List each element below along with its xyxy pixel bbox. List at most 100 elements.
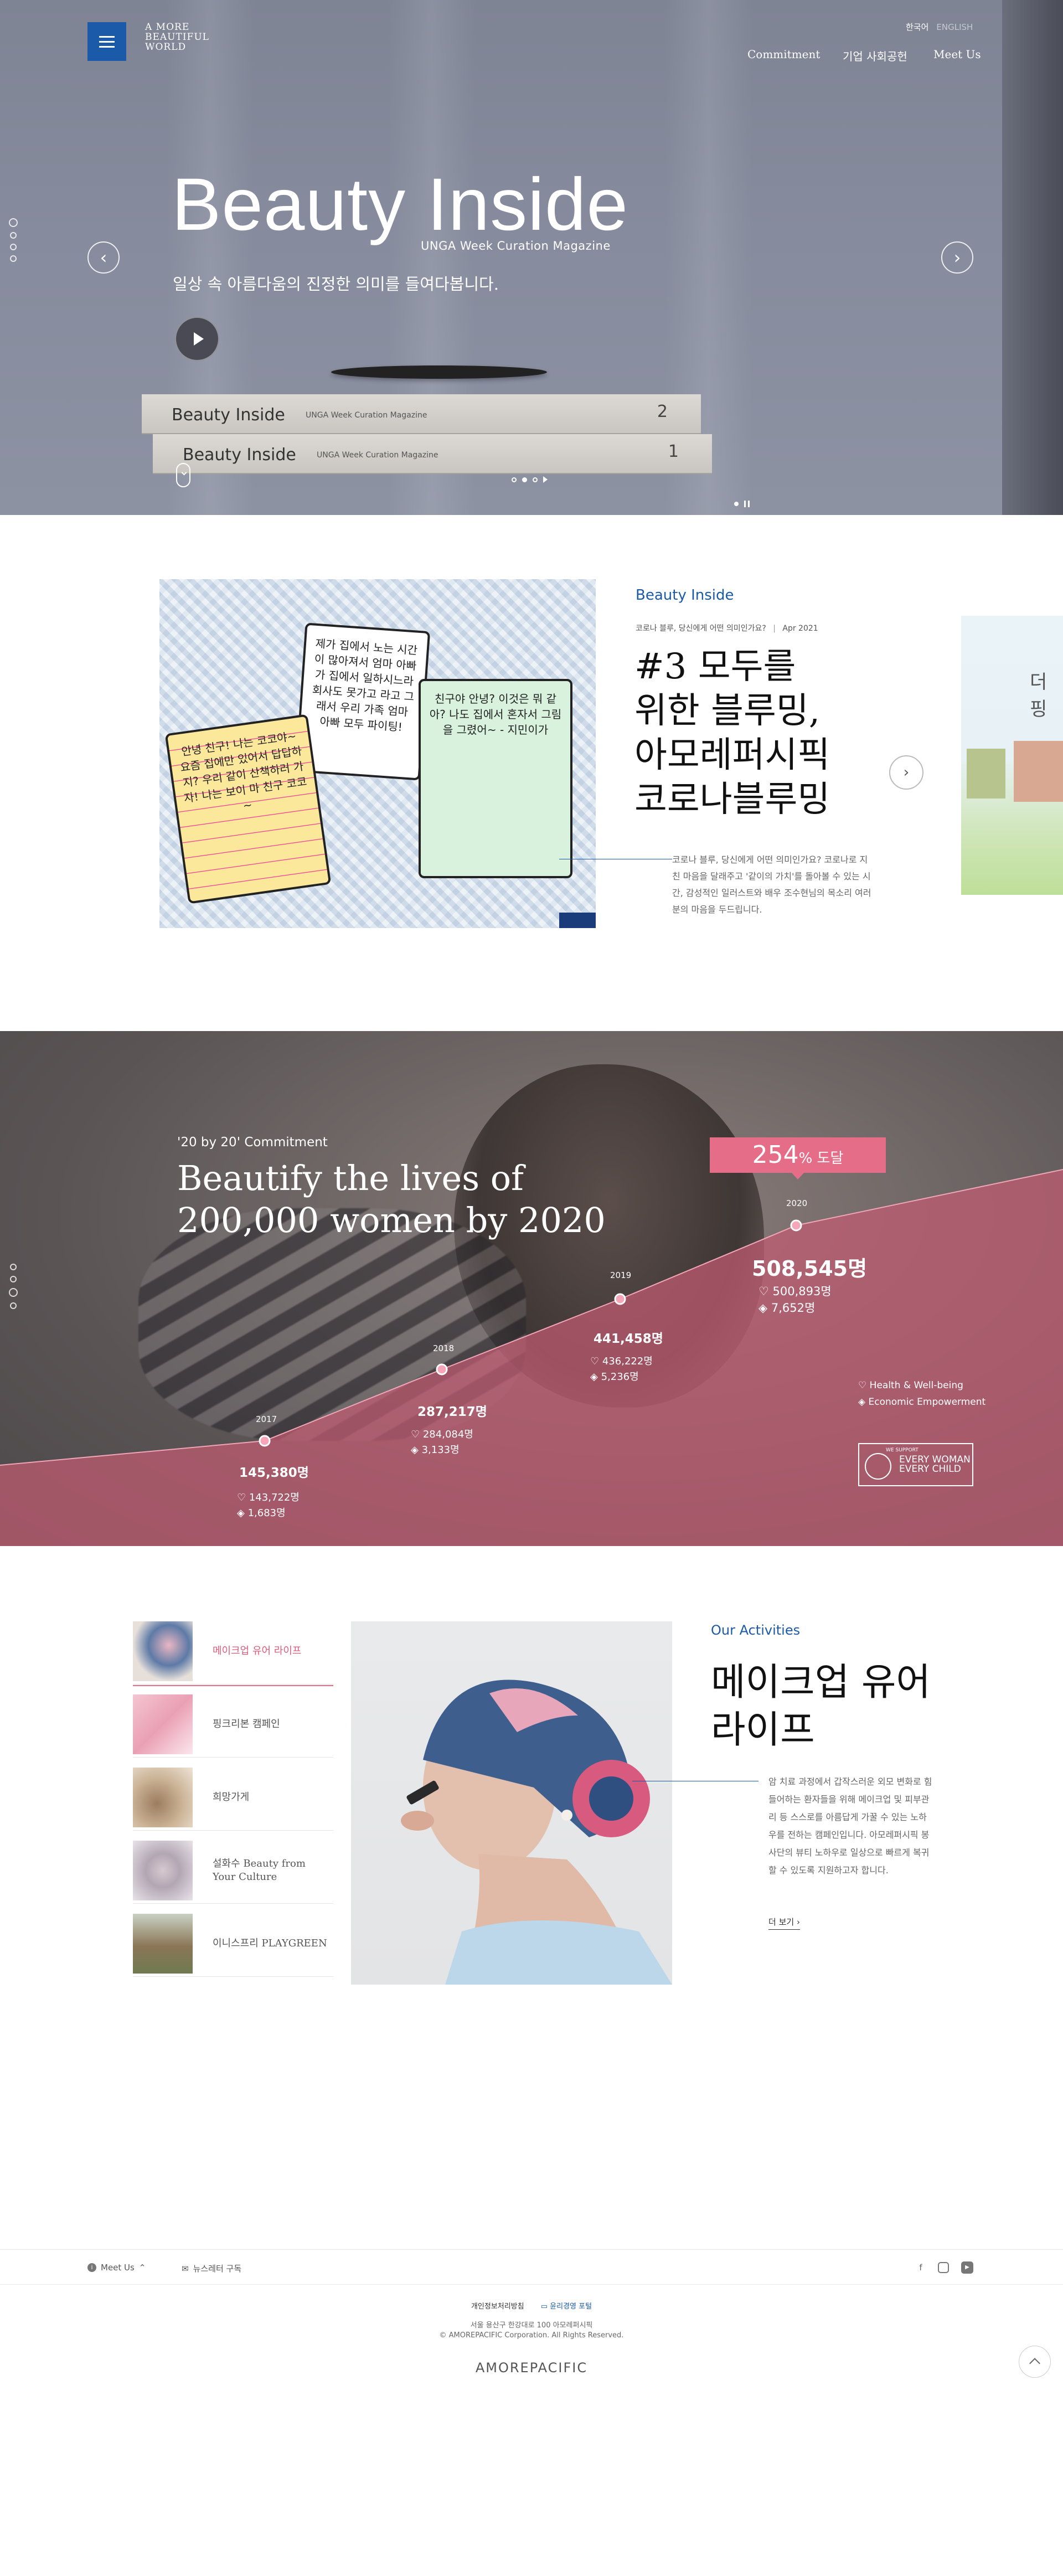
mail-icon: ✉ <box>182 2263 189 2274</box>
milestone-economic: ◈ 5,236명 <box>590 1369 639 1383</box>
milestone-economic: ◈ 1,683명 <box>237 1505 286 1519</box>
milestone-health: ♡ 143,722명 <box>237 1490 300 1504</box>
economic-value: 3,133명 <box>421 1444 460 1456</box>
activities-description: 암 치료 과정에서 갑작스러운 외모 변화로 힘들어하는 환자들을 위해 메이크… <box>768 1776 932 1876</box>
milestone-total: 145,380명 <box>239 1466 309 1480</box>
newsletter-link[interactable]: ✉ 뉴스레터 구독 <box>182 2263 241 2274</box>
back-to-top-button[interactable] <box>1019 2346 1051 2378</box>
title-line: 메이크업 유어 <box>711 1661 931 1704</box>
section-dot[interactable] <box>9 1288 18 1297</box>
economic-icon: ◈ <box>858 1397 869 1408</box>
chat-icon: ▭ <box>540 2302 550 2311</box>
nav-commitment[interactable]: Commitment <box>747 48 820 61</box>
hero-section: A MORE BEAUTIFUL WORLD 한국어 ENGLISH Commit… <box>0 0 1063 515</box>
activity-item[interactable]: 설화수 Beauty from Your Culture <box>133 1841 333 1904</box>
slide-dot[interactable] <box>533 477 538 482</box>
section-dot[interactable] <box>9 218 18 227</box>
youtube-icon[interactable]: ▶ <box>961 2261 973 2274</box>
hand-shape <box>401 1811 434 1831</box>
book-number: 1 <box>668 442 679 461</box>
section-indicator <box>9 218 18 262</box>
footer-address: 서울 용산구 한강대로 100 아모레퍼시픽 <box>470 2321 593 2330</box>
section-dot[interactable] <box>10 1302 17 1309</box>
economic-value: 5,236명 <box>601 1371 639 1383</box>
building-shape <box>1014 741 1063 802</box>
slide-dot[interactable] <box>512 477 517 482</box>
ewec-main-text: EVERY WOMAN EVERY CHILD <box>899 1454 971 1475</box>
nav-meet-us[interactable]: Meet Us <box>933 48 981 61</box>
activities-title[interactable]: 메이크업 유어 라이프 <box>711 1659 931 1754</box>
activity-label: 설화수 Beauty from Your Culture <box>213 1858 306 1883</box>
slide-dot[interactable] <box>522 477 527 482</box>
top-shape <box>445 1920 672 1985</box>
activity-label: 희망가게 <box>213 1791 250 1803</box>
next-slide-button[interactable]: › <box>941 241 973 274</box>
newsletter-label: 뉴스레터 구독 <box>193 2264 242 2274</box>
instagram-icon[interactable] <box>938 2262 949 2273</box>
woman-portrait-illustration <box>401 1679 672 1985</box>
video-controls <box>734 501 750 507</box>
magazine-title[interactable]: #3 모두를 위한 블루밍, 아모레퍼시픽 코로나블루밍 <box>634 645 830 822</box>
chevron-right-icon: › <box>953 247 961 268</box>
magazine-illustration[interactable]: 제가 집에서 노는 시간이 많아져서 엄마 아빠가 집에서 일하시느라 회사도 … <box>159 579 596 928</box>
site-logo[interactable]: A MORE BEAUTIFUL WORLD <box>145 22 211 52</box>
heart-icon: ♡ <box>758 1285 773 1298</box>
ethics-link[interactable]: 윤리경영 포털 <box>550 2302 592 2311</box>
magazine-description: 코로나 블루, 당신에게 어떤 의미인가요? 코로나로 지친 마음을 달래주고 … <box>672 854 871 915</box>
section-dot[interactable] <box>10 1264 17 1270</box>
prev-slide-button[interactable]: ‹ <box>87 241 120 274</box>
next-magazine-preview[interactable]: 더 핑 <box>961 616 1063 895</box>
pause-icon[interactable] <box>744 501 750 507</box>
milestone-point[interactable] <box>790 1219 802 1232</box>
milestone-health: ♡ 284,084명 <box>411 1426 473 1441</box>
handwritten-note: 안녕 친구! 나는 코코야~ 요즘 집에만 있어서 답답하지? 우리 같이 산책… <box>164 714 332 904</box>
milestone-point[interactable] <box>259 1435 271 1447</box>
menu-button[interactable] <box>87 22 126 61</box>
every-woman-every-child-logo[interactable]: WE SUPPORT EVERY WOMAN EVERY CHILD <box>858 1443 973 1486</box>
footer-copyright: © AMOREPACIFIC Corporation. All Rights R… <box>439 2331 624 2340</box>
milestone-total: 508,545명 <box>752 1256 868 1281</box>
section-dot[interactable] <box>10 232 17 239</box>
play-small-icon[interactable] <box>543 476 548 483</box>
privacy-link[interactable]: 개인정보처리방침 <box>471 2302 524 2311</box>
heart-icon: ♡ <box>411 1429 423 1440</box>
lang-korean[interactable]: 한국어 <box>906 22 928 32</box>
badge-value: 254 <box>752 1141 799 1169</box>
milestone-year: 2020 <box>786 1198 808 1208</box>
hero-subtitle: UNGA Week Curation Magazine <box>421 239 611 253</box>
activity-item[interactable]: 이니스프리 PLAYGREEN <box>133 1914 333 1977</box>
health-value: 500,893명 <box>772 1285 832 1298</box>
economic-icon: ◈ <box>411 1444 422 1456</box>
activity-item[interactable]: 메이크업 유어 라이프 <box>133 1621 333 1686</box>
facebook-icon[interactable]: f <box>915 2261 927 2274</box>
amorepacific-logo[interactable]: AMOREPACIFIC <box>0 2360 1063 2376</box>
footer-top-bar <box>0 2249 1063 2285</box>
scroll-down-icon[interactable] <box>176 463 190 487</box>
activity-item[interactable]: 희망가게 <box>133 1768 333 1831</box>
milestone-year: 2019 <box>610 1270 632 1280</box>
legend-economic: ◈ Economic Empowerment <box>858 1397 985 1408</box>
section-dot[interactable] <box>10 244 17 250</box>
achievement-badge: 254% 도달 <box>710 1137 886 1179</box>
legend-label: Health & Well-being <box>869 1380 963 1391</box>
activity-item[interactable]: 핑크리본 캠페인 <box>133 1694 333 1758</box>
magazine-next-button[interactable]: › <box>889 755 923 790</box>
chevron-left-icon: ‹ <box>100 247 107 268</box>
title-line: 위한 블루밍, <box>634 691 821 731</box>
section-dot[interactable] <box>10 1276 17 1282</box>
nav-social-contribution[interactable]: 기업 사회공헌 <box>843 48 907 64</box>
milestone-year: 2018 <box>433 1343 455 1353</box>
section-dot[interactable] <box>10 255 17 262</box>
book: Beauty Inside UNGA Week Curation Magazin… <box>142 394 701 434</box>
play-icon <box>194 332 204 346</box>
lang-english[interactable]: ENGLISH <box>936 22 973 32</box>
play-video-button[interactable] <box>175 317 219 361</box>
economic-icon: ◈ <box>590 1371 601 1383</box>
more-link[interactable]: 더 보기 › <box>768 1916 800 1930</box>
health-value: 436,222명 <box>602 1356 653 1367</box>
info-icon: i <box>87 2263 96 2272</box>
milestone-point[interactable] <box>436 1363 448 1375</box>
video-dot[interactable] <box>734 502 739 506</box>
milestone-point[interactable] <box>614 1293 626 1305</box>
meet-us-dropdown[interactable]: i Meet Us ⌃ <box>87 2263 146 2273</box>
